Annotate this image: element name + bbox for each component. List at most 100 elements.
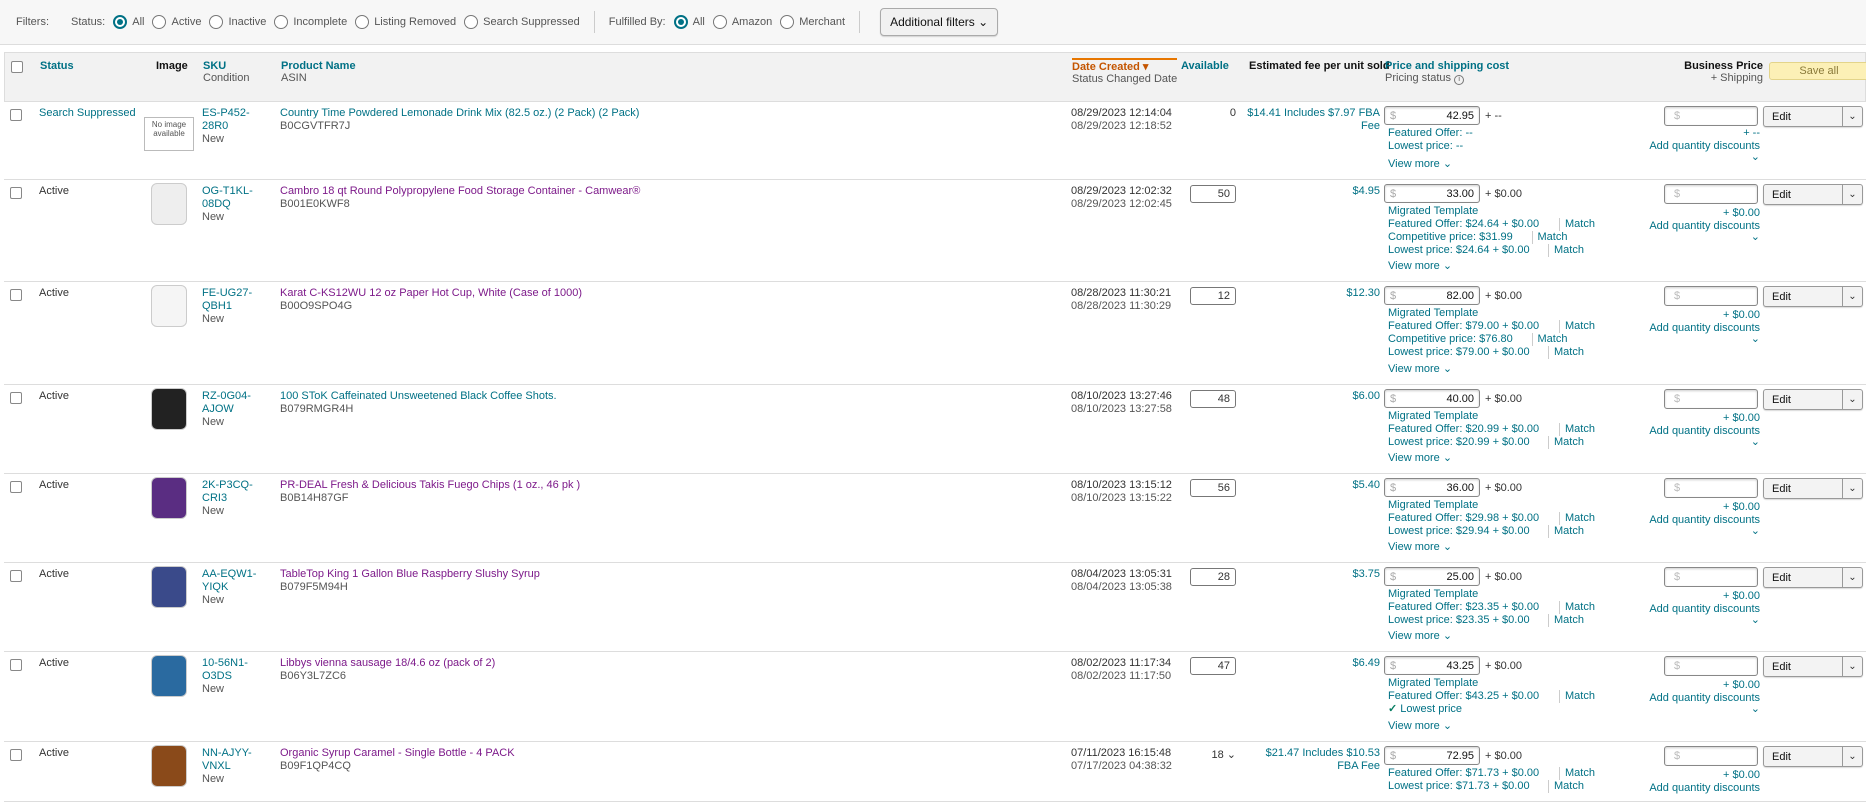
product-image[interactable]: [144, 476, 194, 520]
status-radio-all[interactable]: All: [113, 15, 144, 29]
price-input[interactable]: $43.25: [1384, 656, 1480, 675]
chevron-down-icon[interactable]: ⌄: [1842, 479, 1862, 498]
business-price-input[interactable]: $: [1664, 106, 1758, 126]
product-name-link[interactable]: Country Time Powdered Lemonade Drink Mix…: [280, 107, 980, 120]
chevron-down-icon[interactable]: ⌄: [1842, 390, 1862, 409]
view-more-link[interactable]: View more ⌄: [1388, 541, 1452, 554]
match-link[interactable]: Match: [1559, 320, 1595, 333]
row-checkbox[interactable]: [10, 109, 22, 121]
status-radio-search-suppressed[interactable]: Search Suppressed: [464, 15, 580, 29]
product-image[interactable]: [144, 387, 194, 431]
available-qty-input[interactable]: 47: [1190, 657, 1236, 675]
match-link[interactable]: Match: [1548, 436, 1584, 449]
info-icon[interactable]: i: [1454, 75, 1465, 85]
chevron-down-icon[interactable]: ⌄: [1664, 525, 1760, 538]
header-product-name[interactable]: Product Name ASIN: [281, 60, 356, 84]
view-more-link[interactable]: View more ⌄: [1388, 260, 1452, 273]
price-input[interactable]: $33.00: [1384, 184, 1480, 203]
sku-link[interactable]: ES-P452-28R0: [202, 107, 274, 133]
product-name-link[interactable]: Organic Syrup Caramel - Single Bottle - …: [280, 747, 980, 760]
business-price-input[interactable]: $: [1664, 656, 1758, 676]
view-more-link[interactable]: View more ⌄: [1388, 452, 1452, 465]
match-link[interactable]: Match: [1559, 601, 1595, 614]
sku-link[interactable]: AA-EQW1-YIQK: [202, 568, 274, 594]
match-link[interactable]: Match: [1559, 512, 1595, 525]
sku-link[interactable]: NN-AJYY-VNXL: [202, 747, 274, 773]
header-price[interactable]: Price and shipping cost Pricing status i: [1385, 60, 1509, 85]
sku-link[interactable]: RZ-0G04-AJOW: [202, 390, 274, 416]
add-quantity-discounts-link[interactable]: Add quantity discounts: [1624, 782, 1760, 795]
chevron-down-icon[interactable]: ⌄: [1842, 107, 1862, 126]
match-link[interactable]: Match: [1531, 231, 1567, 244]
chevron-down-icon[interactable]: ⌄: [1842, 185, 1862, 204]
price-input[interactable]: $82.00: [1384, 286, 1480, 305]
chevron-down-icon[interactable]: ⌄: [1664, 231, 1760, 244]
fee-text[interactable]: $6.00: [1242, 390, 1380, 403]
business-price-input[interactable]: $: [1664, 184, 1758, 204]
edit-button[interactable]: Edit ⌄: [1763, 286, 1863, 307]
view-more-link[interactable]: View more ⌄: [1388, 363, 1452, 376]
match-link[interactable]: Match: [1548, 244, 1584, 257]
select-all-checkbox[interactable]: [11, 61, 23, 73]
product-name-link[interactable]: TableTop King 1 Gallon Blue Raspberry Sl…: [280, 568, 980, 581]
product-name-link[interactable]: 100 SToK Caffeinated Unsweetened Black C…: [280, 390, 980, 403]
edit-button[interactable]: Edit ⌄: [1763, 567, 1863, 588]
additional-filters-button[interactable]: Additional filters ⌄: [880, 8, 999, 36]
chevron-down-icon[interactable]: ⌄: [1842, 287, 1862, 306]
available-qty[interactable]: 18 ⌄: [1190, 749, 1236, 762]
fee-text[interactable]: $6.49: [1242, 657, 1380, 670]
row-checkbox[interactable]: [10, 481, 22, 493]
available-qty-input[interactable]: 56: [1190, 479, 1236, 497]
business-price-input[interactable]: $: [1664, 389, 1758, 409]
edit-button[interactable]: Edit ⌄: [1763, 106, 1863, 127]
match-link[interactable]: Match: [1548, 614, 1584, 627]
edit-button[interactable]: Edit ⌄: [1763, 656, 1863, 677]
price-input[interactable]: $36.00: [1384, 478, 1480, 497]
match-link[interactable]: Match: [1548, 525, 1584, 538]
match-link[interactable]: Match: [1548, 346, 1584, 359]
status-radio-inactive[interactable]: Inactive: [209, 15, 266, 29]
edit-button[interactable]: Edit ⌄: [1763, 389, 1863, 410]
product-image[interactable]: [144, 565, 194, 609]
available-qty-input[interactable]: 48: [1190, 390, 1236, 408]
business-price-input[interactable]: $: [1664, 286, 1758, 306]
header-available[interactable]: Available: [1181, 60, 1229, 72]
price-input[interactable]: $40.00: [1384, 389, 1480, 408]
chevron-down-icon[interactable]: ⌄: [1842, 747, 1862, 766]
chevron-down-icon[interactable]: ⌄: [1664, 703, 1760, 716]
available-qty-input[interactable]: 28: [1190, 568, 1236, 586]
fee-text[interactable]: $5.40: [1242, 479, 1380, 492]
fulfilled-radio-amazon[interactable]: Amazon: [712, 15, 772, 29]
save-all-button[interactable]: Save all: [1769, 62, 1866, 80]
product-image[interactable]: [144, 182, 194, 226]
fee-text[interactable]: $12.30: [1242, 287, 1380, 300]
sku-link[interactable]: 10-56N1-O3DS: [202, 657, 274, 683]
row-checkbox[interactable]: [10, 570, 22, 582]
business-price-input[interactable]: $: [1664, 478, 1758, 498]
match-link[interactable]: Match: [1559, 423, 1595, 436]
match-link[interactable]: Match: [1559, 690, 1595, 703]
product-name-link[interactable]: Cambro 18 qt Round Polypropylene Food St…: [280, 185, 980, 198]
row-checkbox[interactable]: [10, 187, 22, 199]
chevron-down-icon[interactable]: ⌄: [1664, 436, 1760, 449]
fee-text[interactable]: $21.47 Includes $10.53 FBA Fee: [1242, 747, 1380, 773]
match-link[interactable]: Match: [1559, 767, 1595, 780]
row-checkbox[interactable]: [10, 392, 22, 404]
status-radio-listing-removed[interactable]: Listing Removed: [355, 15, 456, 29]
fee-text[interactable]: $14.41 Includes $7.97 FBA Fee: [1242, 107, 1380, 133]
fulfilled-radio-merchant[interactable]: Merchant: [780, 15, 845, 29]
sku-link[interactable]: 2K-P3CQ-CRI3: [202, 479, 274, 505]
product-image[interactable]: [144, 654, 194, 698]
header-sku[interactable]: SKU Condition: [203, 60, 249, 84]
match-link[interactable]: Match: [1559, 218, 1595, 231]
fulfilled-radio-all[interactable]: All: [673, 15, 705, 29]
product-name-link[interactable]: PR-DEAL Fresh & Delicious Takis Fuego Ch…: [280, 479, 980, 492]
view-more-link[interactable]: View more ⌄: [1388, 720, 1452, 733]
edit-button[interactable]: Edit ⌄: [1763, 746, 1863, 767]
chevron-down-icon[interactable]: ⌄: [1842, 657, 1862, 676]
view-more-link[interactable]: View more ⌄: [1388, 158, 1452, 171]
sku-link[interactable]: FE-UG27-QBH1: [202, 287, 274, 313]
chevron-down-icon[interactable]: ⌄: [1664, 614, 1760, 627]
price-input[interactable]: $72.95: [1384, 746, 1480, 765]
fee-text[interactable]: $3.75: [1242, 568, 1380, 581]
